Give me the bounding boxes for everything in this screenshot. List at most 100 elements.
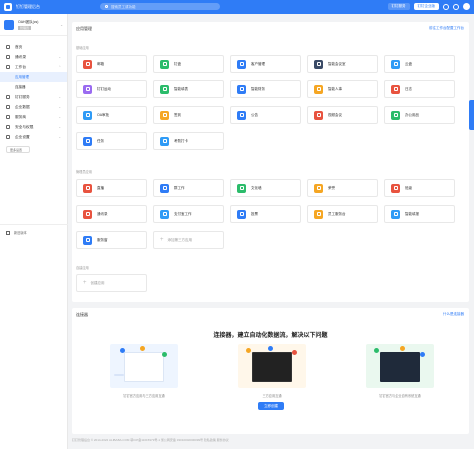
sidebar-item-home[interactable]: 首页 (0, 42, 67, 52)
app-card[interactable]: 员工服务台 (307, 205, 378, 223)
sidebar-item-security[interactable]: 安全与权限 ⌄ (0, 122, 67, 132)
app-icon (160, 136, 169, 146)
app-label: 智能会议室 (328, 61, 346, 66)
app-label: 直播 (97, 185, 104, 190)
app-icon (391, 84, 400, 94)
app-card[interactable]: 任务 (76, 132, 147, 150)
app-card[interactable]: 服务窗 (76, 231, 147, 249)
connector-help-link[interactable]: 什么是连接器 (443, 312, 464, 317)
app-card[interactable]: OA审批 (76, 106, 147, 124)
workbench-icon (6, 65, 10, 69)
app-card[interactable]: 公告 (230, 106, 301, 124)
app-label: 签到 (174, 112, 181, 117)
app-label: 智能财务 (251, 86, 265, 91)
illustration-official-enterprise (366, 344, 434, 388)
app-icon (237, 59, 246, 69)
create-app-card[interactable]: + 创建应用 (76, 274, 147, 292)
app-card[interactable]: 智能会议室 (307, 55, 378, 73)
enterprise-button[interactable]: 钉钉企业版 (413, 3, 439, 10)
app-card[interactable]: 云盘 (384, 55, 455, 73)
floating-help-tab[interactable] (469, 100, 474, 130)
app-icon (391, 59, 400, 69)
search-input[interactable] (111, 4, 211, 9)
chevron-down-icon: ⌄ (58, 135, 61, 139)
app-icon (83, 235, 92, 245)
group-label-custom: 自建应用 (76, 266, 89, 270)
app-card[interactable]: 智能财务 (230, 80, 301, 98)
app-card[interactable]: 客户管理 (230, 55, 301, 73)
app-label: 日志 (405, 86, 412, 91)
sidebar-item-workbench[interactable]: 工作台 ⌃ (0, 62, 67, 72)
create-connector-button[interactable]: 立即创建 (258, 402, 284, 410)
app-icon (83, 183, 92, 193)
app-label: 文化墙 (251, 185, 262, 190)
app-card[interactable]: 班级 (384, 179, 455, 197)
app-card[interactable]: 邮箱 (76, 55, 147, 73)
app-card[interactable]: 钉盘 (153, 55, 224, 73)
app-label: 支付宝工作 (174, 211, 192, 216)
app-card[interactable]: 视频会议 (307, 106, 378, 124)
org-switcher[interactable]: OAH团队(cs) 管理员 ⌄ (0, 14, 67, 36)
app-icon (314, 59, 323, 69)
app-icon (160, 84, 169, 94)
app-card[interactable]: 通讯录 (76, 205, 147, 223)
app-card[interactable]: 直播 (76, 179, 147, 197)
connector-headline: 连接器，建立自动化数据流，解决以下问题 (213, 333, 328, 339)
service-button[interactable]: 钉钉服务 (387, 3, 410, 10)
app-card[interactable]: 日志 (384, 80, 455, 98)
add-thirdparty-app-card[interactable]: + 添加第三方应用 (153, 231, 224, 249)
app-card[interactable]: 智能人事 (307, 80, 378, 98)
app-label: 通讯录 (97, 211, 108, 216)
app-card[interactable]: 智能填报 (384, 205, 455, 223)
sidebar-item-contacts[interactable]: 通讯录 ⌄ (0, 52, 67, 62)
sidebar: OAH团队(cs) 管理员 ⌄ 首页 通讯录 ⌄ 工作台 ⌃ 应用管理 连接器 钉钉… (0, 14, 68, 449)
app-card[interactable]: 支付宝工作 (153, 205, 224, 223)
sidebar-item-service[interactable]: 钉钉服务 ⌄ (0, 92, 67, 102)
caption-official-thirdparty: 钉钉官方应用与三方应用互通 (123, 394, 165, 398)
app-card[interactable]: 荣誉 (307, 179, 378, 197)
top-bar: 钉钉管理后台 钉钉服务 钉钉企业版 (0, 0, 474, 14)
app-card[interactable]: 签到 (153, 106, 224, 124)
app-icon (391, 209, 400, 219)
app-card[interactable]: 考勤打卡 (153, 132, 224, 150)
app-icon (237, 84, 246, 94)
main-content: 应用管理 前往工作台配置工作台 基础应用 邮箱 钉盘 客户管理 智能会议室 云盘 钉钉运动… (72, 22, 469, 434)
apps-panel: 应用管理 前往工作台配置工作台 基础应用 邮箱 钉盘 客户管理 智能会议室 云盘 钉钉运动… (72, 22, 469, 302)
page-footer: 钉钉管理后台 © 2014-2022 ALIBABA.COM 鄂ICP备1101… (72, 438, 229, 442)
app-card[interactable]: 办公用品 (384, 106, 455, 124)
sidebar-footer[interactable]: 新旧版本 (0, 224, 68, 240)
sidebar-item-vendor[interactable]: 服务商 ⌄ (0, 112, 67, 122)
connector-panel: 连接器 什么是连接器 连接器，建立自动化数据流，解决以下问题 钉钉官方应用与三方… (72, 308, 469, 434)
app-label: 班级 (405, 185, 412, 190)
global-search[interactable] (100, 3, 220, 10)
sidebar-item-app-management[interactable]: 应用管理 (0, 72, 67, 82)
org-name: OAH团队(cs) (18, 19, 39, 24)
group-label-admin: 管理员应用 (76, 170, 92, 174)
illustration-thirdparty (238, 344, 306, 388)
app-card[interactable]: 文化墙 (230, 179, 301, 197)
avatar[interactable] (463, 3, 470, 10)
app-label: 服务窗 (97, 237, 108, 242)
group-label-basic: 基础应用 (76, 46, 89, 50)
more-settings-button[interactable]: 更多设置 (6, 146, 30, 153)
help-icon[interactable] (453, 3, 459, 10)
sidebar-item-connector[interactable]: 连接器 (0, 82, 67, 92)
caption-official-enterprise: 钉钉官方与企业自有系统互通 (379, 394, 421, 398)
sidebar-item-settings[interactable]: 企业设置 ⌄ (0, 132, 67, 142)
app-label: 钉盘 (174, 61, 181, 66)
app-card[interactable]: 钉钉运动 (76, 80, 147, 98)
sidebar-item-data[interactable]: 企业数据 ⌄ (0, 102, 67, 112)
app-card[interactable]: 智能填表 (153, 80, 224, 98)
chevron-down-icon: ⌄ (60, 22, 63, 27)
app-icon (160, 110, 169, 120)
app-card[interactable]: 投票 (230, 205, 301, 223)
app-card[interactable]: 群工作 (153, 179, 224, 197)
bell-icon[interactable] (443, 3, 449, 10)
app-icon (83, 136, 92, 146)
app-label: 办公用品 (405, 112, 419, 117)
connector-title: 连接器 (76, 312, 88, 317)
org-role-badge: 管理员 (18, 25, 32, 30)
workbench-config-link[interactable]: 前往工作台配置工作台 (429, 26, 464, 31)
app-label: 投票 (251, 211, 258, 216)
app-title: 钉钉管理后台 (16, 4, 40, 9)
